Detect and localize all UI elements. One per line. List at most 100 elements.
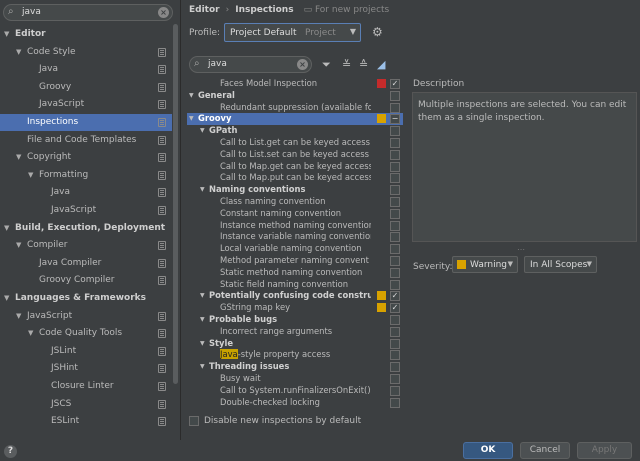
severity-select[interactable]: Warning ▼ <box>452 256 518 273</box>
inspection-enabled-checkbox[interactable] <box>390 220 400 231</box>
inspection-item[interactable]: Busy wait <box>187 373 403 385</box>
inspection-enabled-checkbox[interactable]: ✓ <box>390 291 400 302</box>
inspection-item[interactable]: Instance variable naming convention <box>187 231 403 243</box>
expand-arrow-icon[interactable]: ▼ <box>200 184 205 196</box>
sidebar-item[interactable]: ESLint <box>0 413 172 430</box>
inspection-group[interactable]: ▼ Groovy − <box>187 113 403 125</box>
inspection-item[interactable]: Instance method naming convention <box>187 220 403 232</box>
sidebar-item[interactable]: Java Compiler <box>0 255 172 272</box>
sidebar-item[interactable]: File and Code Templates <box>0 132 172 149</box>
inspection-enabled-checkbox[interactable] <box>390 197 400 207</box>
expand-arrow-icon[interactable]: ▼ <box>200 290 205 302</box>
sidebar-item[interactable]: Inspections <box>0 114 172 131</box>
sidebar-scrollbar-thumb[interactable] <box>173 24 178 384</box>
expand-all-icon[interactable]: ≚ <box>342 58 351 71</box>
inspection-enabled-checkbox[interactable] <box>390 338 400 349</box>
apply-button[interactable]: Apply <box>577 442 632 459</box>
scope-select[interactable]: In All Scopes ▼ <box>524 256 597 273</box>
inspection-item[interactable]: Call to Map.put can be keyed access <box>187 172 403 184</box>
inspection-item[interactable]: Call to Map.get can be keyed access <box>187 161 403 173</box>
inspection-group[interactable]: ▼ Potentially confusing code constructs ✓ <box>187 290 403 302</box>
inspection-enabled-checkbox[interactable] <box>390 279 400 290</box>
inspection-enabled-checkbox[interactable] <box>390 90 400 101</box>
sidebar-item[interactable]: ▼ Code Style <box>0 44 172 61</box>
inspection-item[interactable]: Method parameter naming convent <box>187 255 403 267</box>
splitter-handle[interactable]: ⋯ <box>517 245 525 254</box>
sidebar-item[interactable]: ▼ Code Quality Tools <box>0 325 172 342</box>
inspection-item[interactable]: Class naming convention <box>187 196 403 208</box>
expand-arrow-icon[interactable]: ▼ <box>16 237 21 254</box>
profile-select[interactable]: Project Default Project ▼ <box>224 23 361 42</box>
clear-search-icon[interactable]: × <box>297 59 308 70</box>
sidebar-item[interactable]: JavaScript <box>0 96 172 113</box>
expand-arrow-icon[interactable]: ▼ <box>16 149 21 166</box>
inspection-item[interactable]: Incorrect range arguments <box>187 326 403 338</box>
inspection-item[interactable]: Faces Model Inspection ✓ <box>187 78 403 90</box>
cancel-button[interactable]: Cancel <box>520 442 570 459</box>
filter-icon[interactable]: ⏷ <box>322 58 331 72</box>
expand-arrow-icon[interactable]: ▼ <box>4 220 9 237</box>
expand-arrow-icon[interactable]: ▼ <box>200 361 205 373</box>
inspection-enabled-checkbox[interactable] <box>390 173 400 184</box>
reset-icon[interactable]: ◢ <box>377 58 385 71</box>
inspection-item[interactable]: Call to System.runFinalizersOnExit() <box>187 385 403 397</box>
sidebar-item[interactable]: ▼ Languages & Frameworks <box>0 290 172 307</box>
inspection-enabled-checkbox[interactable] <box>390 315 400 325</box>
inspection-group[interactable]: ▼ Probable bugs <box>187 314 403 326</box>
sidebar-item[interactable]: Java <box>0 61 172 78</box>
inspection-item[interactable]: Static field naming convention <box>187 279 403 291</box>
inspection-enabled-checkbox[interactable] <box>390 138 400 148</box>
sidebar-item[interactable]: ▼ Compiler <box>0 237 172 254</box>
expand-arrow-icon[interactable]: ▼ <box>4 26 9 43</box>
inspection-item[interactable]: Double-checked locking <box>187 397 403 409</box>
sidebar-item[interactable]: JSLint <box>0 343 172 360</box>
expand-arrow-icon[interactable]: ▼ <box>28 325 33 342</box>
inspection-enabled-checkbox[interactable] <box>390 326 400 337</box>
inspection-enabled-checkbox[interactable]: ✓ <box>390 79 400 89</box>
settings-search-input[interactable]: ⌕ java × <box>3 4 173 21</box>
inspection-enabled-checkbox[interactable]: ✓ <box>390 303 400 314</box>
sidebar-item[interactable]: JavaScript <box>0 202 172 219</box>
inspection-enabled-checkbox[interactable] <box>390 385 400 396</box>
expand-arrow-icon[interactable]: ▼ <box>189 113 194 125</box>
sidebar-item[interactable]: JSHint <box>0 360 172 377</box>
gear-icon[interactable]: ⚙ <box>372 25 383 39</box>
inspection-enabled-checkbox[interactable] <box>390 350 400 361</box>
sidebar-item[interactable]: ▼ Editor <box>0 26 172 43</box>
expand-arrow-icon[interactable]: ▼ <box>189 90 194 102</box>
help-icon[interactable]: ? <box>4 445 17 458</box>
clear-search-icon[interactable]: × <box>158 7 169 18</box>
expand-arrow-icon[interactable]: ▼ <box>16 308 21 325</box>
inspection-group[interactable]: ▼ Naming conventions <box>187 184 403 196</box>
inspection-group[interactable]: ▼ Style <box>187 338 403 350</box>
inspection-item[interactable]: Static method naming convention <box>187 267 403 279</box>
sidebar-item[interactable]: Closure Linter <box>0 378 172 395</box>
breadcrumb-editor[interactable]: Editor <box>189 5 220 15</box>
inspection-group[interactable]: ▼ GPath <box>187 125 403 137</box>
expand-arrow-icon[interactable]: ▼ <box>4 290 9 307</box>
inspection-enabled-checkbox[interactable] <box>390 161 400 172</box>
inspection-enabled-checkbox[interactable] <box>390 208 400 219</box>
sidebar-item[interactable]: ▼ Copyright <box>0 149 172 166</box>
sidebar-scrollbar[interactable] <box>173 24 178 439</box>
ok-button[interactable]: OK <box>463 442 513 459</box>
inspection-item[interactable]: Call to List.get can be keyed access <box>187 137 403 149</box>
inspection-item[interactable]: Local variable naming convention <box>187 243 403 255</box>
inspection-group[interactable]: ▼ General <box>187 90 403 102</box>
sidebar-item[interactable]: JSCS <box>0 396 172 413</box>
expand-arrow-icon[interactable]: ▼ <box>28 167 33 184</box>
inspection-item[interactable]: GString map key ✓ <box>187 302 403 314</box>
inspection-enabled-checkbox[interactable]: − <box>390 114 400 125</box>
inspection-enabled-checkbox[interactable] <box>390 126 400 137</box>
inspection-group[interactable]: ▼ Threading issues <box>187 361 403 373</box>
expand-arrow-icon[interactable]: ▼ <box>200 338 205 350</box>
inspection-enabled-checkbox[interactable] <box>390 374 400 384</box>
disable-new-inspections-checkbox[interactable] <box>189 416 199 426</box>
inspection-item[interactable]: Call to List.set can be keyed access <box>187 149 403 161</box>
inspection-enabled-checkbox[interactable] <box>390 362 400 373</box>
inspection-enabled-checkbox[interactable] <box>390 185 400 196</box>
inspection-item[interactable]: Constant naming convention <box>187 208 403 220</box>
sidebar-item[interactable]: ▼ JavaScript <box>0 308 172 325</box>
collapse-all-icon[interactable]: ≙ <box>359 58 368 71</box>
expand-arrow-icon[interactable]: ▼ <box>200 314 205 326</box>
